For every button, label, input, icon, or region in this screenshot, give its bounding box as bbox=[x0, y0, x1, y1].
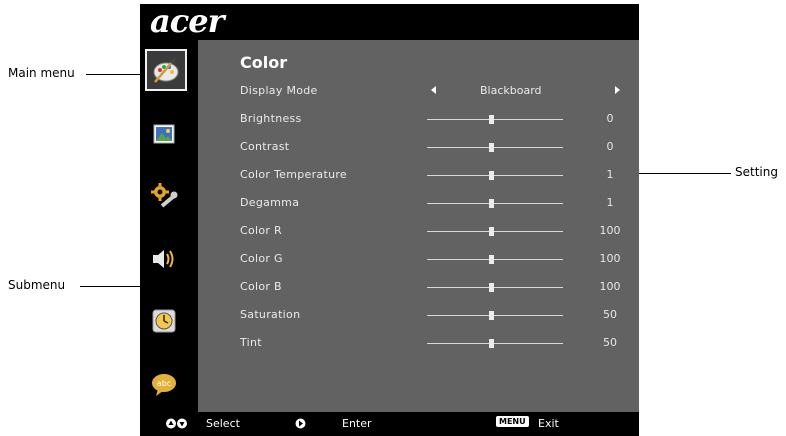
right-arrow-icon bbox=[295, 418, 306, 429]
setting-value: 1 bbox=[606, 196, 614, 209]
select-hint: Select bbox=[206, 417, 240, 430]
setting-value: 50 bbox=[603, 336, 617, 349]
setting-label: Color R bbox=[240, 224, 282, 237]
setting-row[interactable]: Saturation 50 bbox=[198, 306, 639, 326]
settings-wrench-icon[interactable] bbox=[144, 176, 184, 216]
submenu-callout: Submenu bbox=[8, 278, 66, 292]
setting-row[interactable]: Degamma 1 bbox=[198, 194, 639, 214]
setting-row[interactable]: Color R 100 bbox=[198, 222, 639, 242]
setting-row[interactable]: Tint 50 bbox=[198, 334, 639, 354]
page-title: Color bbox=[240, 53, 288, 72]
right-arrow-icon[interactable] bbox=[615, 86, 620, 94]
slider-thumb[interactable] bbox=[489, 311, 494, 320]
setting-callout-line bbox=[623, 173, 731, 174]
slider-thumb[interactable] bbox=[489, 283, 494, 292]
slider-thumb[interactable] bbox=[489, 339, 494, 348]
submenu-panel: Color Display Mode Blackboard Brightness… bbox=[198, 40, 639, 412]
setting-value: 100 bbox=[599, 224, 621, 237]
menu-key-icon: MENU bbox=[496, 416, 529, 427]
setting-value: 0 bbox=[606, 140, 614, 153]
setting-label: Color B bbox=[240, 280, 282, 293]
setting-value: 100 bbox=[599, 280, 621, 293]
display-mode-row[interactable]: Display Mode Blackboard bbox=[198, 82, 639, 102]
main-menu-sidebar: abc bbox=[140, 40, 198, 412]
display-mode-value: Blackboard bbox=[480, 84, 542, 97]
setting-row[interactable]: Color Temperature 1 bbox=[198, 166, 639, 186]
setting-row[interactable]: Color G 100 bbox=[198, 250, 639, 270]
exit-hint: Exit bbox=[538, 417, 559, 430]
enter-hint: Enter bbox=[342, 417, 372, 430]
setting-slider[interactable] bbox=[427, 283, 563, 292]
osd-footer: Select Enter MENU Exit bbox=[140, 412, 639, 436]
osd-menu: acer abc Color Display Mode Blackboard B… bbox=[140, 4, 639, 436]
speaker-icon[interactable] bbox=[144, 239, 184, 279]
setting-label: Degamma bbox=[240, 196, 300, 209]
language-icon[interactable]: abc bbox=[144, 364, 184, 404]
slider-thumb[interactable] bbox=[489, 199, 494, 208]
setting-label: Brightness bbox=[240, 112, 302, 125]
setting-value: 0 bbox=[606, 112, 614, 125]
setting-label: Tint bbox=[240, 336, 262, 349]
setting-value: 100 bbox=[599, 252, 621, 265]
slider-thumb[interactable] bbox=[489, 143, 494, 152]
clock-icon[interactable] bbox=[144, 301, 184, 341]
main-menu-callout: Main menu bbox=[8, 66, 75, 80]
slider-thumb[interactable] bbox=[489, 171, 494, 180]
setting-slider[interactable] bbox=[427, 339, 563, 348]
setting-row[interactable]: Contrast 0 bbox=[198, 138, 639, 158]
image-icon[interactable] bbox=[144, 114, 184, 154]
setting-slider[interactable] bbox=[427, 199, 563, 208]
setting-label: Color Temperature bbox=[240, 168, 347, 181]
color-palette-icon[interactable] bbox=[145, 49, 187, 91]
setting-row[interactable]: Color B 100 bbox=[198, 278, 639, 298]
setting-label: Contrast bbox=[240, 140, 290, 153]
slider-thumb[interactable] bbox=[489, 227, 494, 236]
setting-value: 50 bbox=[603, 308, 617, 321]
left-arrow-icon[interactable] bbox=[431, 86, 436, 94]
up-down-arrows-icon bbox=[166, 418, 187, 429]
setting-slider[interactable] bbox=[427, 171, 563, 180]
setting-slider[interactable] bbox=[427, 143, 563, 152]
slider-thumb[interactable] bbox=[489, 255, 494, 264]
setting-slider[interactable] bbox=[427, 115, 563, 124]
setting-row[interactable]: Brightness 0 bbox=[198, 110, 639, 130]
acer-logo: acer bbox=[150, 2, 224, 40]
display-mode-label: Display Mode bbox=[240, 84, 318, 97]
slider-thumb[interactable] bbox=[489, 115, 494, 124]
setting-slider[interactable] bbox=[427, 227, 563, 236]
setting-callout: Setting bbox=[735, 165, 778, 179]
setting-slider[interactable] bbox=[427, 311, 563, 320]
setting-label: Color G bbox=[240, 252, 283, 265]
setting-value: 1 bbox=[606, 168, 614, 181]
svg-text:abc: abc bbox=[157, 379, 171, 388]
setting-label: Saturation bbox=[240, 308, 301, 321]
setting-slider[interactable] bbox=[427, 255, 563, 264]
